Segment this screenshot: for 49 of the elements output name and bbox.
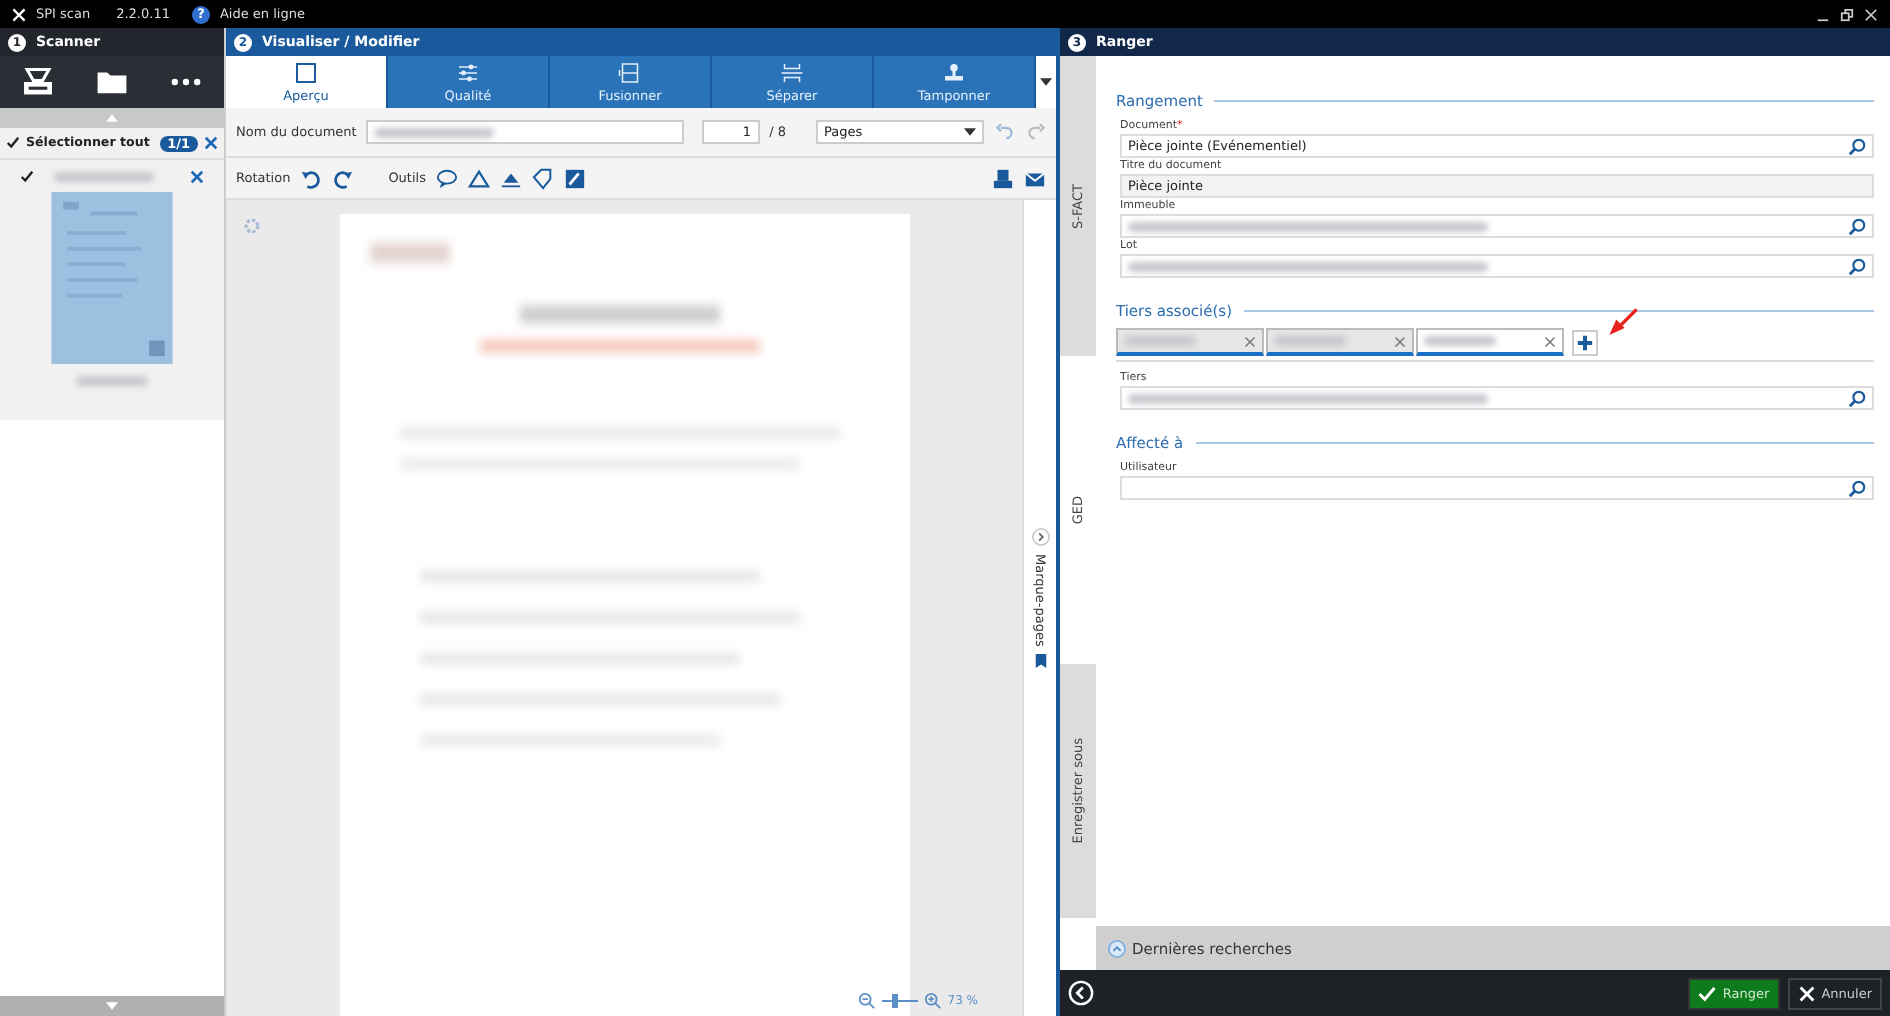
add-button[interactable] (1572, 329, 1598, 355)
zoom-out-icon[interactable] (857, 992, 876, 1010)
zoom-slider-handle[interactable] (892, 994, 899, 1008)
chevron-up-icon (1108, 939, 1126, 957)
search-field[interactable] (1120, 476, 1874, 500)
edit-icon[interactable] (563, 167, 586, 189)
caret-down-icon (964, 128, 977, 136)
search-icon[interactable] (1848, 479, 1866, 497)
page-thumbnail[interactable] (48, 192, 176, 364)
search-field[interactable] (1120, 214, 1874, 238)
tab-chip[interactable] (1416, 328, 1564, 356)
back-icon[interactable] (1068, 980, 1094, 1006)
rotate-right-icon[interactable] (332, 167, 355, 189)
caret-down-icon (106, 1002, 118, 1010)
triangle-icon[interactable] (467, 167, 490, 189)
caret-down-icon (1040, 78, 1052, 86)
more-tabs-button[interactable] (1036, 56, 1056, 108)
tab-chip[interactable] (1116, 328, 1264, 356)
scanner-icon[interactable] (21, 68, 54, 96)
tag-icon[interactable] (531, 167, 554, 189)
search-field[interactable] (1120, 254, 1874, 278)
comment-icon[interactable] (435, 167, 458, 189)
close-icon (1797, 985, 1816, 1001)
logo-icon (12, 7, 26, 21)
search-icon[interactable] (1848, 137, 1866, 155)
search-icon[interactable] (1848, 389, 1866, 407)
split-icon (780, 61, 804, 83)
stamp-icon (942, 61, 966, 83)
merge-icon (618, 61, 642, 83)
zoom-in-icon[interactable] (923, 992, 942, 1010)
expand-icon[interactable] (1031, 528, 1049, 546)
bookmark-icon[interactable] (1033, 654, 1047, 669)
sliders-icon (456, 61, 480, 83)
page-icon (294, 61, 318, 83)
mail-icon[interactable] (1024, 167, 1046, 189)
document-name-field[interactable] (366, 120, 684, 144)
search-icon[interactable] (1848, 257, 1866, 275)
arrow-annotation (1606, 306, 1640, 340)
check-icon (1698, 985, 1717, 1001)
scanner-icon[interactable] (992, 167, 1014, 189)
restore-icon[interactable] (1840, 7, 1854, 21)
folder-icon[interactable] (95, 68, 128, 96)
search-icon[interactable] (1848, 217, 1866, 235)
search-field[interactable] (1120, 386, 1874, 410)
checkbox[interactable] (20, 170, 34, 184)
checkbox[interactable] (6, 136, 20, 150)
caret-up-icon (106, 114, 118, 122)
tab-chip[interactable] (1266, 328, 1414, 356)
rotate-left-icon[interactable] (300, 167, 323, 189)
